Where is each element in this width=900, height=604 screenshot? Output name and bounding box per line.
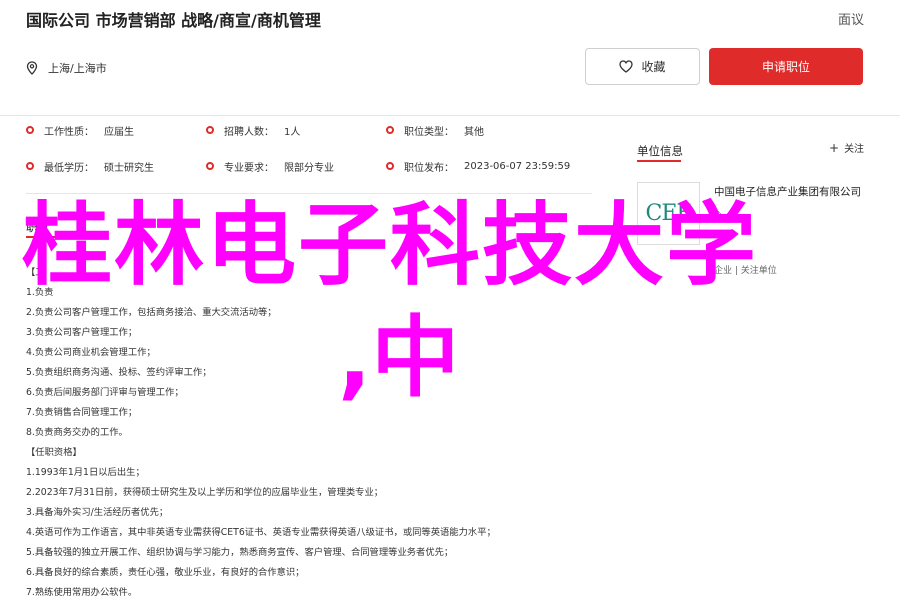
description-line: 6.具备良好的综合素质，责任心强，敬业乐业，有良好的合作意识；: [26, 567, 305, 578]
info-value: 应届生: [104, 126, 134, 138]
info-value: 其他: [464, 126, 484, 138]
bullet-icon: [386, 162, 394, 170]
info-item-education: 最低学历： 硕士研究生: [26, 158, 154, 174]
info-item-headcount: 招聘人数： 1人: [206, 122, 300, 138]
apply-button[interactable]: 申请职位: [709, 48, 863, 85]
info-label: 职位类型：: [404, 126, 454, 138]
follow-label: 关注: [844, 144, 865, 155]
description-line: 【任职资格】: [26, 447, 82, 458]
company-info-title: 单位信息: [637, 144, 683, 158]
info-label: 最低学历：: [44, 162, 94, 174]
plus-icon: +: [829, 140, 840, 155]
heart-icon: [619, 60, 634, 73]
location-text: 上海/上海市: [48, 62, 107, 75]
job-header: 国际公司 市场营销部 战略/商宣/商机管理 面议 上海/上海市 收藏 申请职位: [0, 0, 900, 116]
bullet-icon: [26, 162, 34, 170]
description-line: 1.1993年1月1日以后出生；: [26, 467, 145, 478]
bullet-icon: [206, 162, 214, 170]
favorite-button[interactable]: 收藏: [585, 48, 700, 85]
description-line: 3.具备海外实习/生活经历者优先；: [26, 507, 169, 518]
description-line: 4.负责公司商业机会管理工作；: [26, 347, 156, 358]
favorite-label: 收藏: [641, 60, 666, 74]
info-label: 招聘人数：: [224, 126, 274, 138]
description-line: 2.2023年7月31日前，获得硕士研究生及以上学历和学位的应届毕业生，管理类专…: [26, 487, 384, 498]
info-value: 1人: [284, 126, 301, 138]
description-line: 7.负责销售合同管理工作；: [26, 407, 138, 418]
info-item-major: 专业要求： 限部分专业: [206, 158, 334, 174]
salary-label: 面议: [837, 13, 864, 28]
section-underline: [637, 160, 681, 162]
info-value: 限部分专业: [284, 162, 334, 174]
description-line: 6.负责后间服务部门评审与管理工作；: [26, 387, 184, 398]
info-value: 2023-06-07 23:59:59: [464, 160, 571, 172]
description-line: 5.负责组织商务沟通、投标、签约评审工作；: [26, 367, 212, 378]
description-line: 8.负责商务交办的工作。: [26, 427, 128, 438]
description-line: 4.英语可作为工作语言，其中非英语专业需获得CET6证书、英语专业需获得英语八级…: [26, 527, 496, 538]
description-line: 3.负责公司客户管理工作；: [26, 327, 138, 338]
watermark-overlay-text: ,中: [338, 306, 460, 409]
bullet-icon: [386, 126, 394, 134]
info-item-type: 职位类型： 其他: [386, 122, 484, 138]
description-line: 7.熟练使用常用办公软件。: [26, 587, 138, 598]
info-label: 职位发布：: [404, 162, 454, 174]
info-label: 工作性质：: [44, 126, 94, 138]
description-line: 2.负责公司客户管理工作，包括商务接洽、重大交流活动等；: [26, 307, 277, 318]
bullet-icon: [206, 126, 214, 134]
bullet-icon: [26, 126, 34, 134]
info-item-published: 职位发布： 2023-06-07 23:59:59: [386, 158, 570, 174]
location: 上海/上海市: [26, 60, 107, 76]
info-label: 专业要求：: [224, 162, 274, 174]
description-line: 5.具备较强的独立开展工作、组织协调与学习能力，熟悉商务宣传、客户管理、合同管理…: [26, 547, 454, 558]
follow-link[interactable]: + 关注: [829, 140, 865, 156]
job-title: 国际公司 市场营销部 战略/商宣/商机管理: [26, 11, 321, 30]
watermark-overlay-text: 桂林电子科技大学: [22, 193, 758, 298]
info-value: 硕士研究生: [104, 162, 154, 174]
info-item-nature: 工作性质： 应届生: [26, 122, 134, 138]
location-pin-icon: [26, 61, 38, 75]
